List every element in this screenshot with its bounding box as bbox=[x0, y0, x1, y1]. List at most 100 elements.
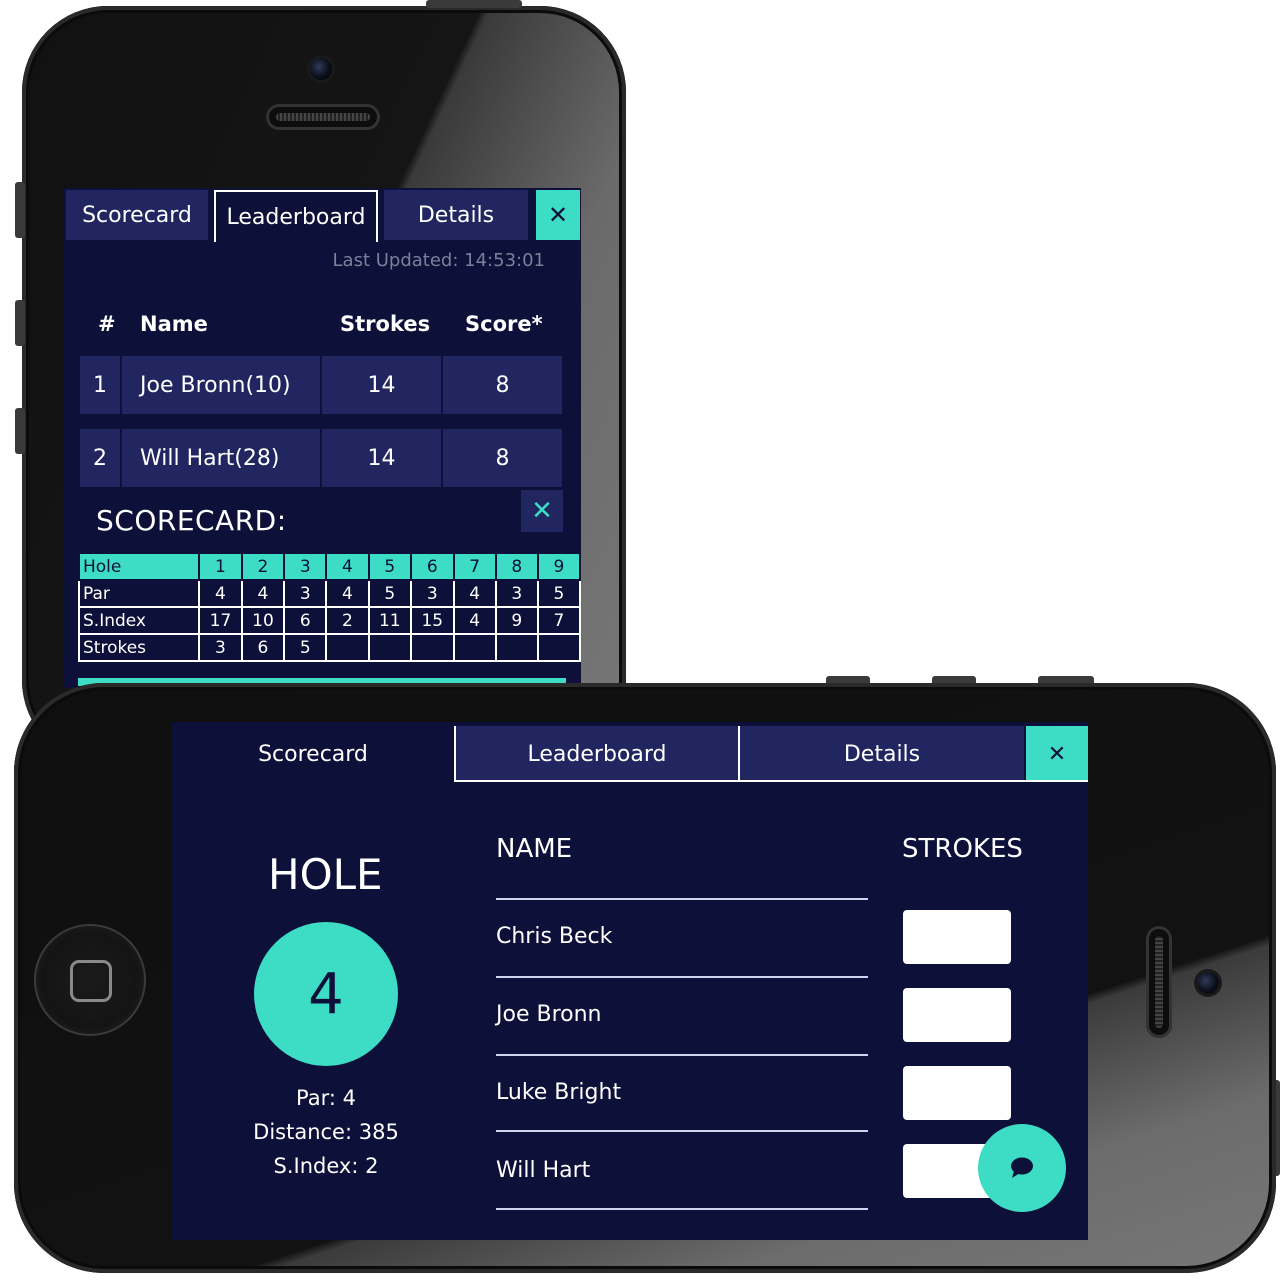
row-score: 8 bbox=[441, 356, 562, 414]
leaderboard-row[interactable]: 1 Joe Bronn(10) 14 8 bbox=[80, 356, 562, 414]
volume-down-button bbox=[15, 408, 25, 454]
tab-underline bbox=[456, 780, 1088, 782]
header-score: Score* bbox=[465, 312, 543, 336]
cell bbox=[367, 633, 413, 662]
cell bbox=[536, 633, 581, 662]
cell: 6 bbox=[240, 633, 286, 662]
speaker-icon bbox=[1146, 926, 1172, 1038]
cell: 3 bbox=[283, 579, 328, 608]
close-icon: ✕ bbox=[531, 496, 553, 526]
cell: 9 bbox=[494, 606, 539, 635]
cell: 5 bbox=[367, 579, 413, 608]
cell: 15 bbox=[410, 606, 455, 635]
close-button[interactable]: ✕ bbox=[1026, 726, 1088, 782]
chat-button[interactable] bbox=[978, 1124, 1066, 1212]
tab-details[interactable]: Details bbox=[740, 726, 1024, 782]
cell bbox=[410, 633, 455, 662]
hole-par: Par: 4 bbox=[296, 1086, 356, 1110]
hole-distance: Distance: 385 bbox=[253, 1120, 399, 1144]
cell: 4 bbox=[198, 579, 243, 608]
cell: 5 bbox=[283, 633, 328, 662]
cell: 5 bbox=[367, 552, 413, 581]
power-button bbox=[426, 0, 522, 8]
player-name: Will Hart bbox=[496, 1158, 591, 1183]
divider bbox=[496, 976, 868, 978]
scorecard-table: Hole 1 2 3 4 5 6 7 8 9 Par 4 4 3 4 5 3 4… bbox=[77, 552, 581, 662]
cell: 6 bbox=[283, 606, 328, 635]
cell: 7 bbox=[536, 606, 581, 635]
cell: 3 bbox=[494, 579, 539, 608]
tab-leaderboard[interactable]: Leaderboard bbox=[456, 726, 740, 782]
row-strokes: 14 bbox=[320, 429, 441, 487]
cell: 3 bbox=[198, 633, 243, 662]
divider bbox=[496, 898, 868, 900]
tab-details[interactable]: Details bbox=[384, 190, 528, 240]
cell: 17 bbox=[198, 606, 243, 635]
cell: 1 bbox=[198, 552, 243, 581]
row-label: S.Index bbox=[77, 606, 201, 635]
scorecard-row-hole: Hole 1 2 3 4 5 6 7 8 9 bbox=[77, 552, 581, 581]
cell: 6 bbox=[410, 552, 455, 581]
cell: 3 bbox=[410, 579, 455, 608]
cell: 4 bbox=[325, 579, 370, 608]
header-name: Name bbox=[140, 312, 208, 336]
chat-bubble-icon bbox=[1011, 1157, 1033, 1178]
close-icon: ✕ bbox=[1047, 741, 1067, 767]
player-name: Luke Bright bbox=[496, 1080, 622, 1105]
portrait-screen: Scorecard Leaderboard Details ✕ Last Upd… bbox=[64, 188, 581, 688]
strokes-input[interactable] bbox=[903, 1066, 1011, 1120]
hole-title: HOLE bbox=[268, 850, 383, 899]
row-label: Par bbox=[77, 579, 201, 608]
cell bbox=[452, 633, 497, 662]
cell: 4 bbox=[240, 579, 286, 608]
scorecard-row-strokes: Strokes 3 6 5 bbox=[77, 633, 581, 662]
cell bbox=[325, 633, 370, 662]
cell: 2 bbox=[325, 606, 370, 635]
home-button-icon[interactable] bbox=[34, 924, 146, 1036]
row-rank: 2 bbox=[93, 445, 107, 471]
close-button[interactable]: ✕ bbox=[536, 190, 580, 240]
tab-scorecard[interactable]: Scorecard bbox=[172, 726, 456, 782]
last-updated-text: Last Updated: 14:53:01 bbox=[332, 250, 545, 271]
column-header-strokes: STROKES bbox=[902, 834, 1023, 864]
mute-switch bbox=[15, 182, 25, 238]
divider bbox=[496, 1054, 868, 1056]
leaderboard-row[interactable]: 2 Will Hart(28) 14 8 bbox=[80, 429, 562, 487]
cell bbox=[494, 633, 539, 662]
speaker-icon bbox=[266, 104, 380, 130]
column-header-name: NAME bbox=[496, 834, 573, 864]
player-name: Chris Beck bbox=[496, 924, 613, 949]
row-label: Hole bbox=[77, 552, 201, 581]
row-strokes: 14 bbox=[320, 356, 441, 414]
strokes-input[interactable] bbox=[903, 988, 1011, 1042]
scorecard-row-par: Par 4 4 3 4 5 3 4 3 5 bbox=[77, 579, 581, 608]
tab-scorecard[interactable]: Scorecard bbox=[66, 190, 208, 240]
divider bbox=[496, 1208, 868, 1210]
divider bbox=[496, 1130, 868, 1132]
row-label: Strokes bbox=[77, 633, 201, 662]
scorecard-title: SCORECARD: bbox=[96, 504, 287, 537]
row-name: Joe Bronn(10) bbox=[120, 356, 320, 414]
cell: 4 bbox=[452, 579, 497, 608]
camera-icon bbox=[310, 58, 332, 80]
player-name: Joe Bronn bbox=[496, 1002, 602, 1027]
row-name: Will Hart(28) bbox=[120, 429, 320, 487]
cell: 11 bbox=[367, 606, 413, 635]
volume-up-button bbox=[15, 300, 25, 346]
cell: 7 bbox=[452, 552, 497, 581]
camera-icon bbox=[1197, 972, 1219, 994]
cell: 8 bbox=[494, 552, 539, 581]
header-strokes: Strokes bbox=[340, 312, 431, 336]
cell: 3 bbox=[283, 552, 328, 581]
cell: 4 bbox=[325, 552, 370, 581]
strokes-input[interactable] bbox=[903, 910, 1011, 964]
close-icon: ✕ bbox=[547, 201, 569, 229]
cell: 4 bbox=[452, 606, 497, 635]
hole-number-badge: 4 bbox=[254, 922, 398, 1066]
hole-sindex: S.Index: 2 bbox=[273, 1154, 379, 1178]
row-rank: 1 bbox=[93, 372, 107, 398]
tab-leaderboard[interactable]: Leaderboard bbox=[214, 190, 378, 242]
row-score: 8 bbox=[441, 429, 562, 487]
cell: 10 bbox=[240, 606, 286, 635]
scorecard-close-button[interactable]: ✕ bbox=[521, 490, 563, 532]
